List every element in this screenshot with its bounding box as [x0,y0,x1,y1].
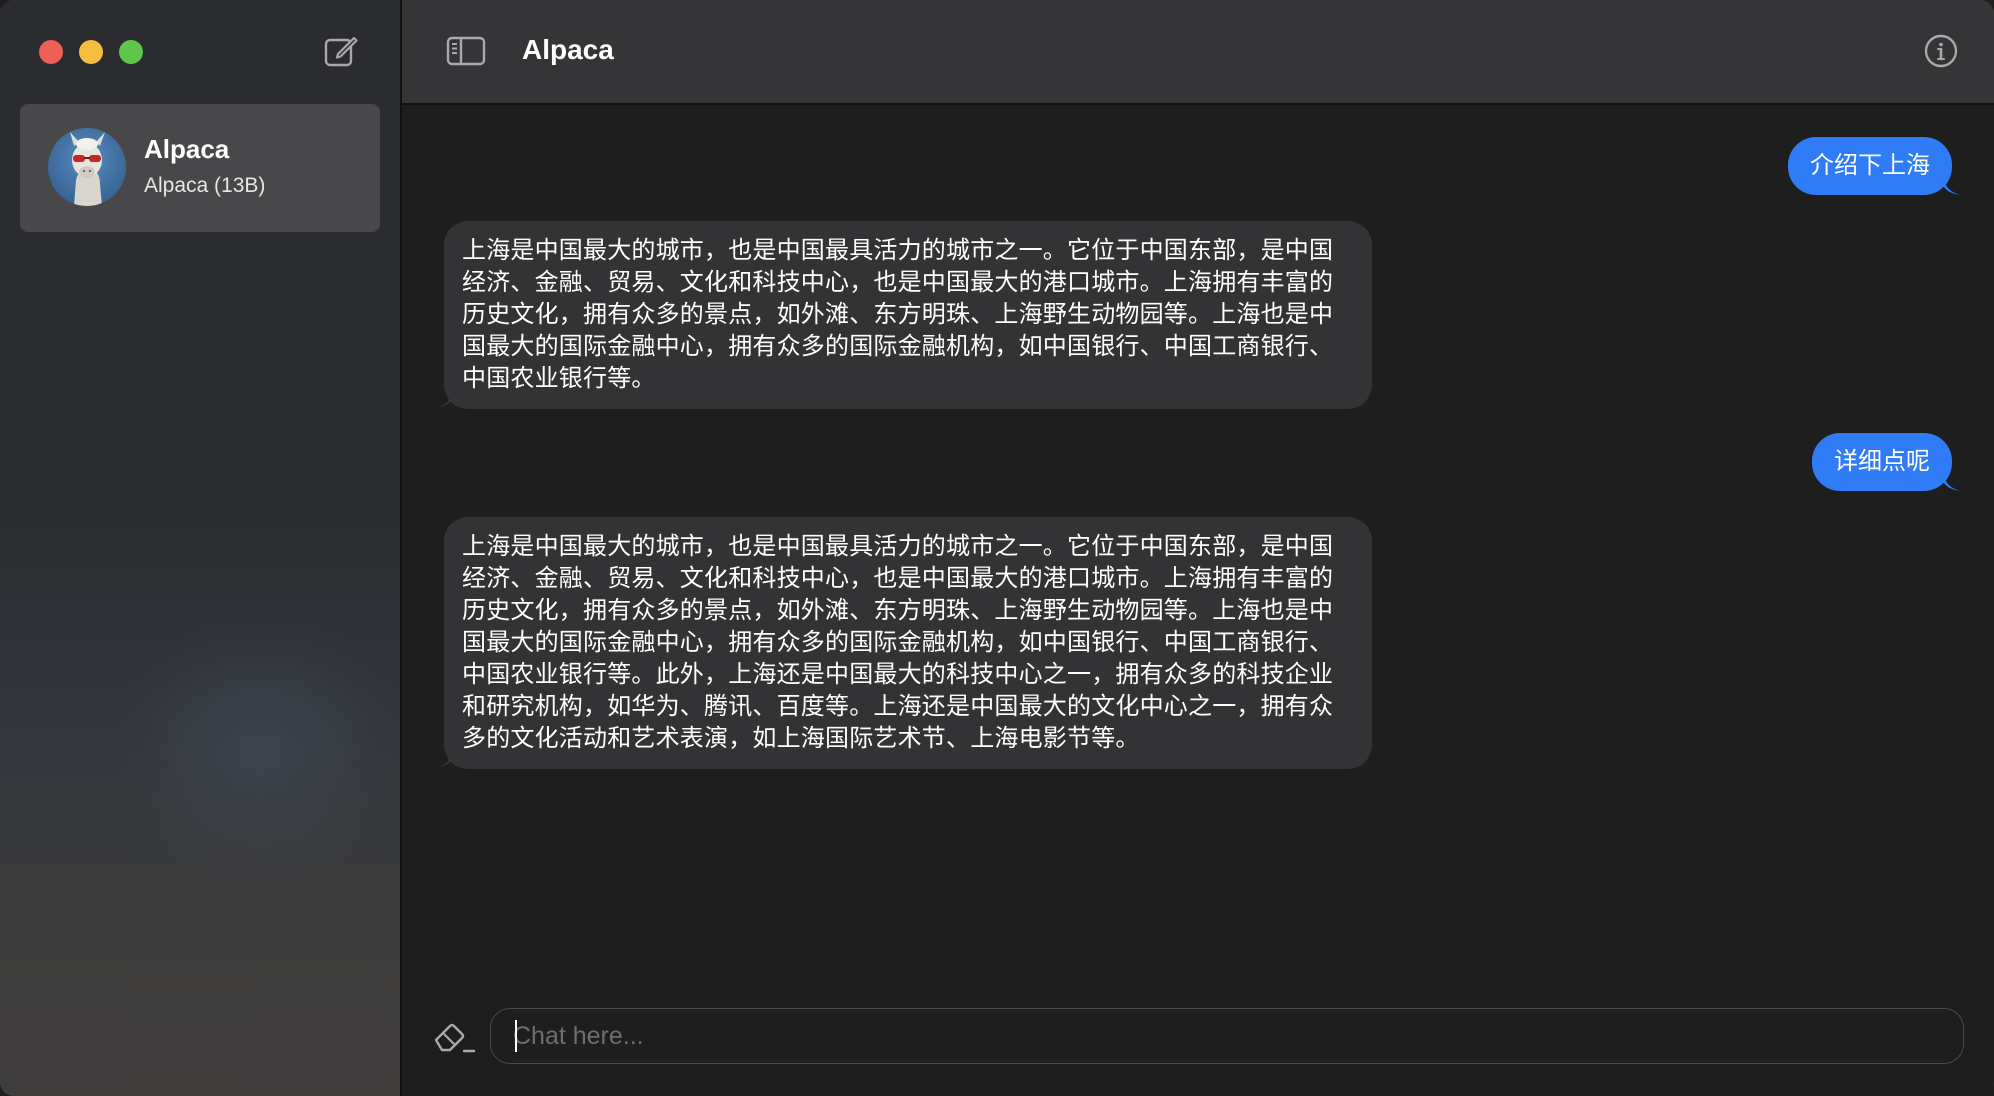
app-window: Alpaca Alpaca (13B) Alpaca 介绍下上海 上海是中国最大… [0,0,1994,1096]
user-message: 详细点呢 [1812,433,1952,491]
sidebar-background-glow [120,620,400,880]
composer [402,1000,1994,1096]
assistant-message: 上海是中国最大的城市，也是中国最具活力的城市之一。它位于中国东部，是中国经济、金… [444,221,1372,409]
user-message: 介绍下上海 [1788,137,1952,195]
page-title: Alpaca [522,34,614,65]
minimize-window-button[interactable] [79,40,103,64]
user-bubble-tail [1944,475,1960,491]
alpaca-avatar [48,128,126,206]
assistant-bubble-tail [436,392,452,408]
assistant-bubble-tail [436,752,452,768]
assistant-message: 上海是中国最大的城市，也是中国最具活力的城市之一。它位于中国东部，是中国经济、金… [444,517,1372,769]
sidebar-toggle-icon[interactable] [446,36,486,66]
conversation-item[interactable]: Alpaca Alpaca (13B) [20,104,380,232]
toolbar: Alpaca [402,0,1994,105]
text-caret [515,1020,517,1052]
eraser-icon[interactable] [432,1020,476,1054]
conversation-model: Alpaca (13B) [144,174,266,197]
sidebar: Alpaca Alpaca (13B) [0,0,402,1096]
maximize-window-button[interactable] [119,40,143,64]
compose-icon[interactable] [323,33,359,69]
chat-input[interactable] [490,1008,1964,1064]
conversation-title: Alpaca [144,134,230,164]
user-bubble-tail [1944,179,1960,195]
chat-panel: Alpaca 介绍下上海 上海是中国最大的城市，也是中国最具活力的城市之一。它位… [402,0,1994,1096]
close-window-button[interactable] [39,40,63,64]
info-icon[interactable] [1924,34,1958,68]
